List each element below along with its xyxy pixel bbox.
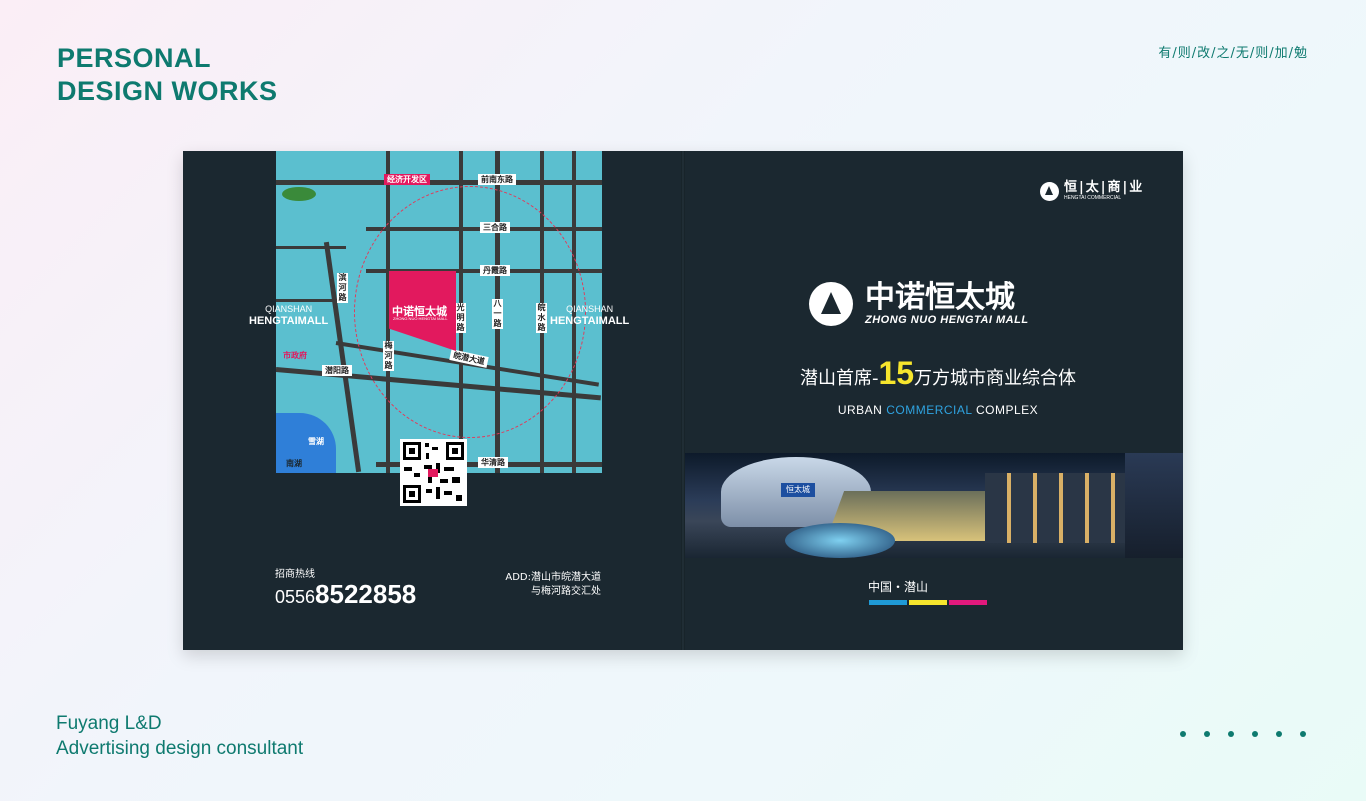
footer-role: Advertising design consultant xyxy=(56,738,304,759)
dot xyxy=(1276,731,1282,737)
road-label-wanshui: 皖水路 xyxy=(536,303,547,333)
dot xyxy=(1300,731,1306,737)
road-label-danxia: 丹霞路 xyxy=(480,265,510,276)
project-site-sub: ZHONG NUO HENGTAI MALL xyxy=(393,316,448,321)
pagination-dots xyxy=(1180,731,1306,737)
mall-label-right: QIANSHAN HENGTAIMALL xyxy=(550,303,629,327)
subtitle-a: URBAN xyxy=(837,403,883,417)
footer-info: Fuyang L&D Advertising design consultant xyxy=(56,711,303,761)
header-title: PERSONAL DESIGN WORKS xyxy=(57,42,278,108)
footer-company: Fuyang L&D xyxy=(56,713,162,734)
header-title-line1: PERSONAL xyxy=(57,43,212,73)
mall-label-left-line2: HENGTAIMALL xyxy=(249,315,329,327)
address: ADD:潜山市皖潜大道 与梅河路交汇处 xyxy=(483,571,601,599)
lake-label: 雪湖 xyxy=(308,437,324,446)
mall-label-left: QIANSHAN HENGTAIMALL xyxy=(249,303,328,327)
mall-rendering: 恒太城 xyxy=(685,453,1183,558)
road xyxy=(276,246,346,249)
slogan-post: 万方城市商业综合体 xyxy=(914,368,1077,389)
brand-sub: HENGTAI COMMERCIAL xyxy=(1064,195,1122,201)
road xyxy=(276,180,602,185)
header-title-line2: DESIGN WORKS xyxy=(57,76,278,106)
road-label-huaqiao: 华清路 xyxy=(478,457,508,468)
road-label-sanhe: 三合路 xyxy=(480,222,510,233)
mall-label-right-line2: HENGTAIMALL xyxy=(550,315,630,327)
brand-name: 恒|太|商|业 xyxy=(1064,180,1145,195)
subtitle-b: COMMERCIAL xyxy=(886,403,973,417)
main-logo-icon xyxy=(809,282,853,326)
road-label-guangming: 光明路 xyxy=(455,303,466,333)
road-label-qianli-east: 前南东路 xyxy=(478,174,516,185)
dot xyxy=(1252,731,1258,737)
dot xyxy=(1228,731,1234,737)
color-bar-magenta xyxy=(949,600,987,605)
mall-label-right-line1: QIANSHAN xyxy=(566,304,614,314)
header-motto: 有/则/改/之/无/则/加/勉 xyxy=(1158,46,1308,61)
qr-code-pattern xyxy=(403,442,464,503)
mall-label-left-line1: QIANSHAN xyxy=(265,304,313,314)
main-logo-zh: 中诺恒太城 xyxy=(865,280,1015,315)
slogan-number: 15 xyxy=(878,355,915,391)
rendering-roofs xyxy=(985,473,1135,543)
lake xyxy=(276,413,336,473)
qr-code xyxy=(400,439,467,506)
color-bar-blue xyxy=(869,600,907,605)
slogan: 潜山首席-15万方城市商业综合体 xyxy=(768,355,1108,392)
road-label-economic-zone: 经济开发区 xyxy=(384,174,430,185)
lake2-label: 南湖 xyxy=(286,459,302,468)
road-label-binhe: 滨河路 xyxy=(337,273,348,303)
subtitle-c: COMPLEX xyxy=(975,403,1039,417)
main-logo-en: ZHONG NUO HENGTAI MALL xyxy=(865,314,1029,326)
road-label-meihe: 梅河路 xyxy=(383,341,394,371)
address-line1: ADD:潜山市皖潜大道 xyxy=(505,572,601,583)
road-label-bayi: 八一路 xyxy=(492,299,503,329)
park-icon xyxy=(282,187,316,201)
spine xyxy=(681,151,685,650)
brochure-spread: 雪湖 南湖 市政府 经济开发区 前南东路 三合路 丹霞路 皖潜大道 潜阳路 华清… xyxy=(183,151,1183,650)
address-line2: 与梅河路交汇处 xyxy=(531,586,601,597)
main-logo: 中诺恒太城 ZHONG NUO HENGTAI MALL xyxy=(809,282,1029,326)
color-bar-yellow xyxy=(909,600,947,605)
hotline: 招商热线 05568522858 xyxy=(275,569,416,610)
brand-logo-icon xyxy=(1040,181,1059,201)
place-name: 中国・潜山 xyxy=(868,580,929,594)
rendering-towers xyxy=(1125,453,1183,558)
dot xyxy=(1204,731,1210,737)
subtitle: URBAN COMMERCIAL COMPLEX xyxy=(768,403,1108,417)
brand-mark: 恒|太|商|业 HENGTAI COMMERCIAL xyxy=(1040,181,1144,201)
rendering-sign: 恒太城 xyxy=(781,483,815,497)
road-label-qianyang: 潜阳路 xyxy=(322,365,352,376)
hotline-number: 8522858 xyxy=(315,579,417,609)
gov-label: 市政府 xyxy=(283,351,307,360)
dot xyxy=(1180,731,1186,737)
slogan-pre: 潜山首席- xyxy=(799,368,879,389)
color-bars xyxy=(869,600,987,605)
rendering-water xyxy=(785,523,895,558)
hotline-area: 0556 xyxy=(275,587,316,607)
